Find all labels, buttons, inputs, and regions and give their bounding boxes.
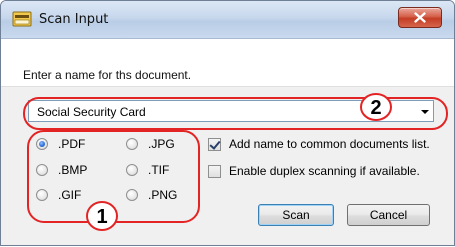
prompt-area: Enter a name for ths document. [1, 39, 454, 87]
radio-pdf[interactable] [36, 138, 48, 150]
chevron-down-icon[interactable] [421, 110, 429, 114]
cancel-button[interactable]: Cancel [347, 204, 430, 226]
dialog-body: Enter a name for ths document. Social Se… [1, 39, 454, 245]
scan-input-dialog: Scan Input Enter a name for ths document… [0, 0, 455, 246]
format-label-tif: .TIF [148, 163, 170, 177]
document-name-value[interactable]: Social Security Card [37, 105, 146, 119]
radio-bmp[interactable] [36, 164, 48, 176]
prompt-label: Enter a name for ths document. [23, 68, 192, 82]
radio-gif[interactable] [36, 189, 48, 201]
format-label-gif: .GIF [58, 188, 82, 202]
radio-tif[interactable] [126, 164, 138, 176]
document-name-combobox[interactable]: Social Security Card [28, 100, 434, 122]
close-button[interactable] [398, 7, 442, 28]
duplex-label[interactable]: Enable duplex scanning if available. [229, 164, 420, 178]
add-name-label[interactable]: Add name to common documents list. [229, 137, 430, 151]
window-title: Scan Input [39, 12, 109, 27]
close-icon [414, 12, 426, 23]
radio-png[interactable] [126, 189, 138, 201]
scan-button[interactable]: Scan [258, 204, 334, 226]
scanner-icon [12, 11, 32, 27]
format-label-pdf: .PDF [58, 137, 86, 151]
title-bar[interactable]: Scan Input [1, 1, 454, 39]
duplex-checkbox[interactable] [208, 165, 221, 178]
format-label-jpg: .JPG [148, 137, 175, 151]
format-label-bmp: .BMP [58, 163, 88, 177]
format-label-png: .PNG [148, 188, 178, 202]
add-name-checkbox[interactable] [208, 138, 221, 151]
radio-jpg[interactable] [126, 138, 138, 150]
